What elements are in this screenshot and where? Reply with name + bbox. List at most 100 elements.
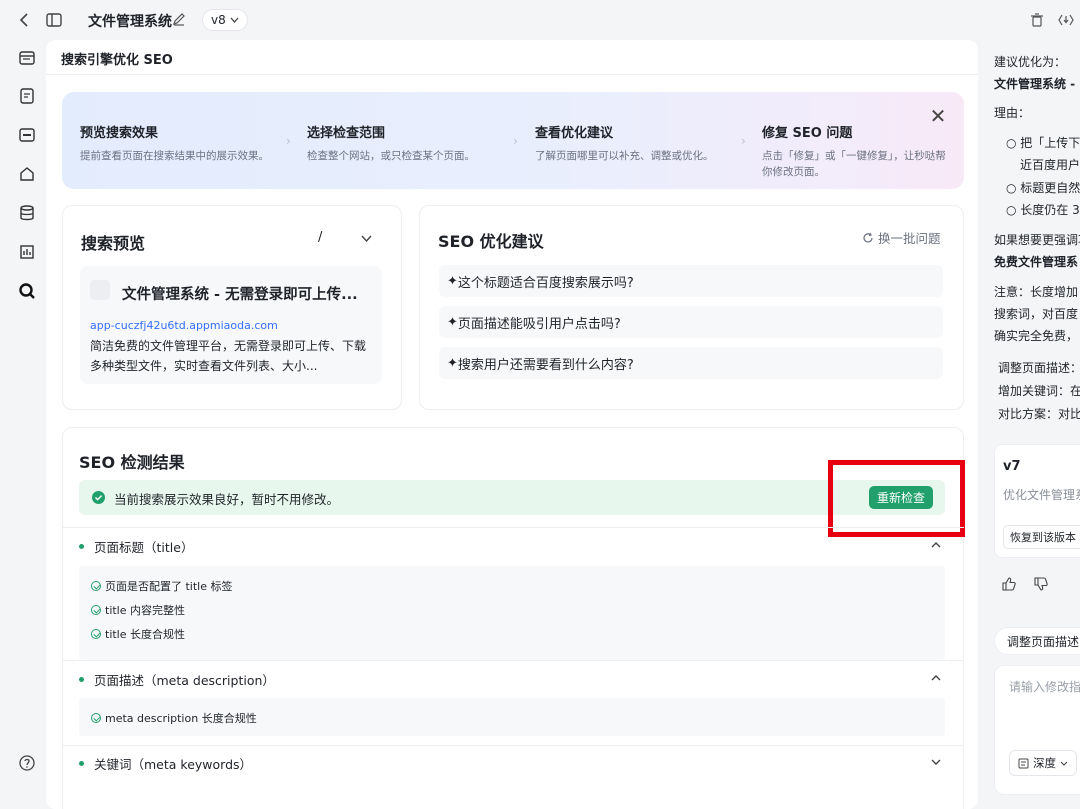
plugin-icon[interactable]: [18, 165, 36, 183]
chat-text: 确实完全免费，: [994, 329, 1079, 343]
divider: [46, 74, 978, 75]
trash-icon[interactable]: [1027, 10, 1047, 30]
check-ok-icon: [91, 605, 101, 615]
suggestion-item[interactable]: ✦ 这个标题适合百度搜索展示吗?: [439, 265, 943, 297]
section-description-row[interactable]: 页面描述（meta description）: [79, 664, 945, 694]
chat-text: 理由：: [994, 106, 1031, 120]
version-selector[interactable]: v8: [202, 9, 248, 31]
refresh-label: 换一批问题: [878, 231, 941, 246]
quick-prompt-chip[interactable]: 调整页面描述: [994, 627, 1080, 655]
sparkle-icon: ✦: [447, 314, 458, 330]
sparkle-icon: ✦: [447, 355, 458, 371]
chevron-down-icon[interactable]: [931, 757, 941, 767]
step-title: 查看优化建议: [535, 126, 614, 141]
chevron-down-icon: [230, 17, 239, 23]
database-icon[interactable]: [18, 204, 36, 222]
section-label: 关键词（meta keywords）: [94, 756, 253, 772]
browser-icon[interactable]: [18, 49, 36, 67]
check-item: title 长度合规性: [91, 626, 185, 642]
search-preview-heading: 搜索预览: [81, 234, 146, 253]
chevron-up-icon[interactable]: [931, 673, 941, 683]
section-keywords-row[interactable]: 关键词（meta keywords）: [79, 748, 945, 778]
description-checks-box: meta description 长度合规性: [79, 698, 945, 736]
version-card: v7 优化文件管理系 恢复到该版本: [994, 444, 1080, 558]
chevron-right-icon: ›: [286, 134, 291, 148]
help-icon[interactable]: [18, 754, 36, 772]
code-icon[interactable]: [1056, 10, 1076, 30]
search-result-preview: 文件管理系统 - 无需登录即可上传... app-cuczfj42u6td.ap…: [80, 266, 382, 384]
suggestions-heading: SEO 优化建议: [438, 232, 544, 251]
edit-title-icon[interactable]: [172, 12, 186, 30]
result-url: app-cuczfj42u6td.appmiaoda.com: [90, 319, 278, 332]
chat-input-placeholder: 请输入修改指: [1009, 680, 1080, 694]
step-title: 选择检查范围: [307, 126, 386, 141]
check-item: title 内容完整性: [91, 602, 185, 618]
seo-search-icon[interactable]: [18, 282, 36, 300]
step-desc: 点击「修复」或「一键修复」，让秒哒帮你修改页面。: [762, 150, 946, 178]
chevron-down-icon[interactable]: [361, 235, 372, 242]
suggestion-item[interactable]: ✦ 搜索用户还需要看到什么内容?: [439, 347, 943, 379]
step-preview: 预览搜索效果 提前查看页面在搜索结果中的展示效果。: [80, 122, 290, 164]
version-label: v8: [211, 13, 226, 27]
chevron-right-icon: ›: [513, 134, 518, 148]
dashboard-icon[interactable]: [18, 126, 36, 144]
depth-icon: [1018, 758, 1029, 768]
check-circle-icon: [92, 491, 105, 504]
divider: [62, 527, 964, 528]
chat-text: 免费文件管理系: [994, 255, 1079, 269]
step-suggestions: 查看优化建议 了解页面哪里可以补充、调整或优化。: [535, 122, 745, 164]
sparkle-icon: ✦: [447, 273, 458, 289]
depth-selector[interactable]: 深度: [1009, 750, 1077, 776]
step-title: 修复 SEO 问题: [762, 126, 853, 141]
thumbs-up-icon[interactable]: [1002, 577, 1016, 595]
status-text: 当前搜索展示效果良好，暂时不用修改。: [114, 492, 340, 507]
app-title: 文件管理系统: [88, 14, 172, 30]
chat-bullet: ○ 标题更自然: [1006, 181, 1080, 195]
chat-text: 如果想要更强调功: [994, 233, 1080, 247]
step-desc: 提前查看页面在搜索结果中的展示效果。: [80, 150, 269, 162]
search-preview-card: 搜索预览 / 文件管理系统 - 无需登录即可上传... app-cuczfj42…: [62, 205, 402, 410]
ai-chat-panel: 建议优化为： 文件管理系统 - 理由： ○ 把「上传下 近百度用户 ○ 标题更自…: [978, 40, 1080, 809]
back-icon[interactable]: [14, 10, 34, 30]
check-item: 页面是否配置了 title 标签: [91, 578, 233, 594]
refresh-icon: [863, 232, 873, 242]
version-name: v7: [1003, 459, 1021, 474]
check-label: title 长度合规性: [105, 628, 186, 641]
bullet-text: 把「上传下: [1020, 136, 1080, 150]
depth-label: 深度: [1033, 756, 1056, 770]
check-label: meta description 长度合规性: [105, 712, 257, 725]
check-label: title 内容完整性: [105, 604, 186, 617]
chat-text: 建议优化为：: [994, 55, 1067, 69]
bullet-text: 标题更自然: [1020, 181, 1080, 195]
check-label: 页面是否配置了 title 标签: [105, 580, 233, 593]
bullet-text: 长度仍在 3: [1020, 203, 1080, 217]
check-item: meta description 长度合规性: [91, 710, 257, 726]
chevron-down-icon: [1060, 761, 1068, 766]
document-icon[interactable]: [18, 87, 36, 105]
suggestion-item[interactable]: ✦ 页面描述能吸引用户点击吗?: [439, 306, 943, 338]
chevron-up-icon[interactable]: [931, 540, 941, 550]
title-checks-box: 页面是否配置了 title 标签 title 内容完整性 title 长度合规性: [79, 566, 945, 660]
section-label: 页面描述（meta description）: [94, 672, 275, 688]
analytics-icon[interactable]: [18, 243, 36, 261]
favicon: [90, 280, 110, 300]
step-desc: 了解页面哪里可以补充、调整或优化。: [535, 150, 714, 162]
check-ok-icon: [91, 581, 101, 591]
chat-bullet-cont: 近百度用户: [1020, 158, 1080, 172]
refresh-suggestions-button[interactable]: 换一批问题: [862, 228, 941, 247]
page-path-selector[interactable]: /: [318, 230, 322, 245]
section-label: 页面标题（title）: [94, 539, 194, 555]
results-heading: SEO 检测结果: [79, 453, 185, 472]
seo-suggestions-card: SEO 优化建议 换一批问题 ✦ 这个标题适合百度搜索展示吗? ✦ 页面描述能吸引用…: [419, 205, 964, 410]
chat-input-box[interactable]: 请输入修改指 深度: [994, 665, 1080, 795]
chat-text: 增加关键词：在: [998, 384, 1080, 398]
restore-version-button[interactable]: 恢复到该版本: [1003, 525, 1080, 549]
chat-bullet: ○ 长度仍在 3: [1006, 203, 1080, 217]
close-icon[interactable]: ✕: [928, 106, 948, 126]
section-title-row[interactable]: 页面标题（title）: [79, 531, 945, 561]
sidebar-toggle-icon[interactable]: [44, 10, 64, 30]
divider: [62, 745, 964, 746]
chat-text: 文件管理系统 -: [994, 77, 1076, 91]
thumbs-down-icon[interactable]: [1034, 577, 1048, 595]
steps-banner: 预览搜索效果 提前查看页面在搜索结果中的展示效果。 › 选择检查范围 检查整个网…: [62, 92, 964, 189]
